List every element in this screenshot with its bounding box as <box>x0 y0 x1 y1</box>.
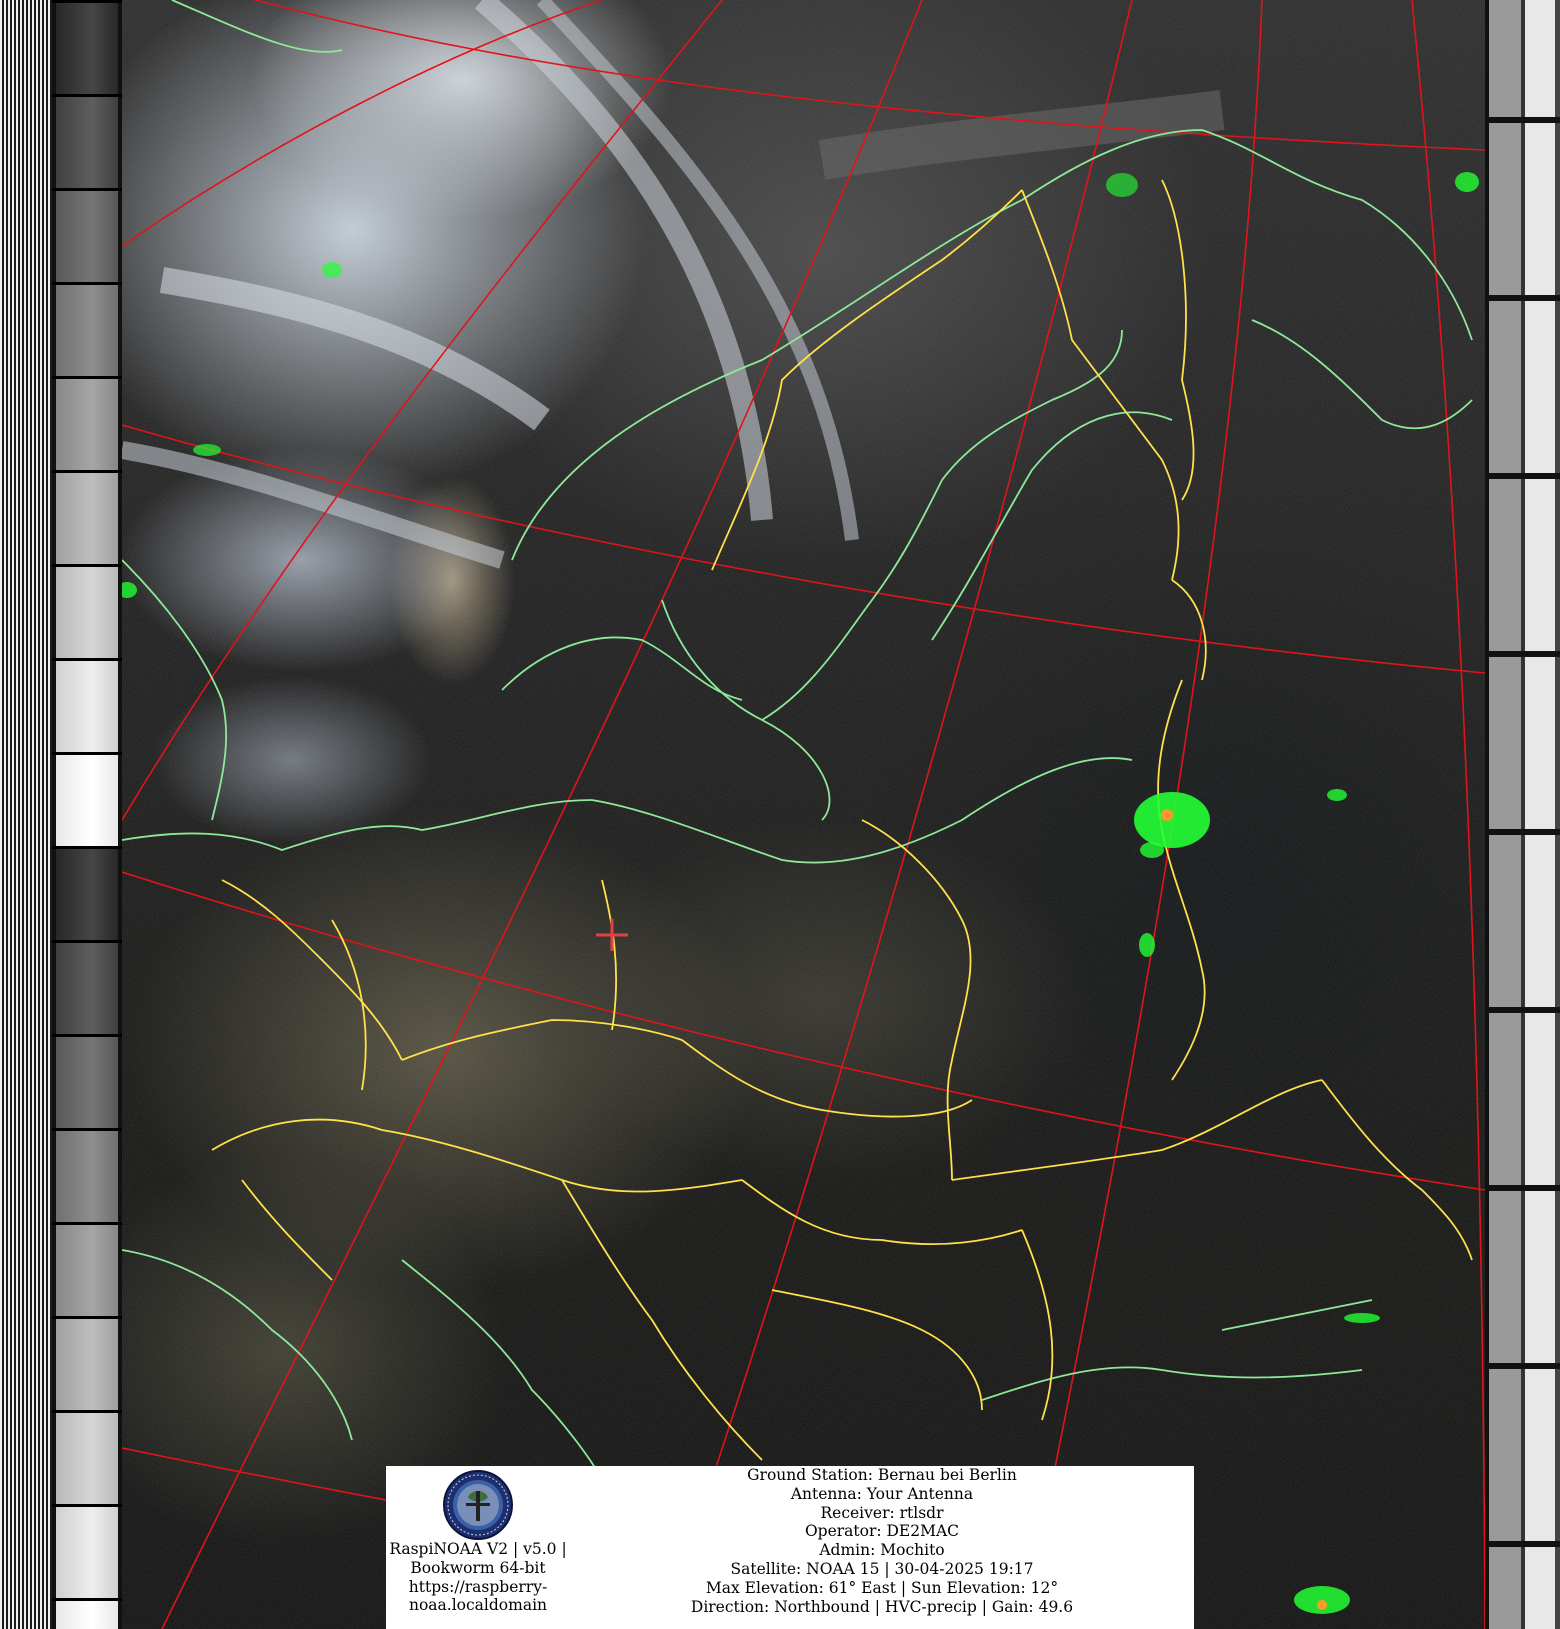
info-panel: RaspiNOAA V2 | v5.0 | Bookworm 64-bit ht… <box>386 1466 1194 1629</box>
satellite-image <box>122 0 1485 1629</box>
telemetry-wedge <box>52 0 122 97</box>
raspberry-noaa-satellite-logo-icon <box>443 1470 513 1540</box>
telemetry-wedges-left <box>52 0 122 1629</box>
sync-tick <box>1485 651 1560 657</box>
ground-station-line: Ground Station: Bernau bei Berlin <box>747 1466 1017 1484</box>
telemetry-wedge <box>52 658 122 755</box>
admin-line: Admin: Mochito <box>819 1541 945 1560</box>
telemetry-wedge <box>52 376 122 473</box>
sync-tick <box>1485 473 1560 479</box>
sync-tick <box>1485 1541 1560 1547</box>
telemetry-wedge <box>52 1222 122 1319</box>
sync-tick <box>1485 1363 1560 1369</box>
map-overlay <box>122 0 1485 1629</box>
telemetry-wedge <box>52 1598 122 1629</box>
telemetry-wedge <box>52 1504 122 1601</box>
software-text: RaspiNOAA V2 | v5.0 | Bookworm 64-bit ht… <box>386 1540 570 1615</box>
sync-bar <box>1525 0 1555 1629</box>
elevation-line: Max Elevation: 61° East | Sun Elevation:… <box>705 1578 1059 1597</box>
operator-line: Operator: DE2MAC <box>804 1522 960 1541</box>
sync-tick <box>1485 295 1560 301</box>
telemetry-wedge <box>52 846 122 943</box>
sync-a-stripes <box>0 0 52 1629</box>
satellite-line: Satellite: NOAA 15 | 30-04-2025 19:17 <box>730 1559 1034 1578</box>
telemetry-wedge <box>52 1316 122 1413</box>
software-line: RaspiNOAA V2 | v5.0 | <box>389 1540 567 1558</box>
telemetry-wedge <box>52 1128 122 1225</box>
satellite-image-frame: RaspiNOAA V2 | v5.0 | Bookworm 64-bit ht… <box>0 0 1560 1629</box>
sync-tick <box>1485 1007 1560 1013</box>
software-line: Bookworm 64-bit <box>410 1558 546 1577</box>
telemetry-wedge <box>52 282 122 379</box>
sync-tick <box>1485 117 1560 123</box>
telemetry-wedge <box>52 470 122 567</box>
telemetry-wedge <box>52 1034 122 1131</box>
telemetry-wedge <box>52 94 122 191</box>
pass-details: Ground Station: Bernau bei Berlin Antenn… <box>570 1466 1194 1616</box>
antenna-line: Antenna: Your Antenna <box>790 1484 974 1503</box>
sync-tick <box>1485 829 1560 835</box>
sync-b-strip <box>1485 0 1560 1629</box>
software-url-line: noaa.localdomain <box>408 1596 548 1615</box>
telemetry-wedge <box>52 940 122 1037</box>
software-url-line: https://raspberry- <box>408 1577 548 1596</box>
telemetry-wedge <box>52 752 122 849</box>
sync-bar <box>1555 0 1560 1629</box>
software-block: RaspiNOAA V2 | v5.0 | Bookworm 64-bit ht… <box>386 1466 570 1629</box>
receiver-line: Receiver: rtlsdr <box>820 1503 944 1522</box>
direction-line: Direction: Northbound | HVC-precip | Gai… <box>690 1597 1074 1616</box>
sync-bar <box>1489 0 1521 1629</box>
sync-tick <box>1485 1185 1560 1191</box>
telemetry-wedge <box>52 1410 122 1507</box>
telemetry-wedge <box>52 188 122 285</box>
telemetry-wedge <box>52 564 122 661</box>
